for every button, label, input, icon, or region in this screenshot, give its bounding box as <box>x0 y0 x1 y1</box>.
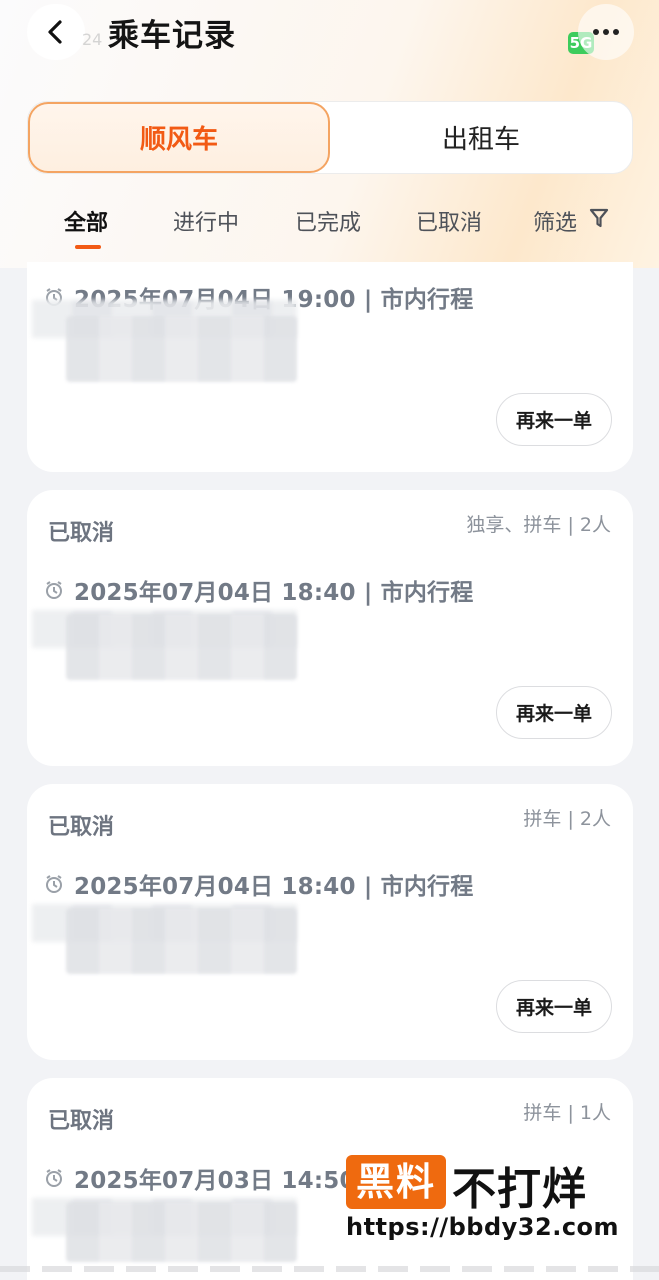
reorder-button[interactable]: 再来一单 <box>496 980 612 1033</box>
tab-taxi[interactable]: 出租车 <box>330 102 632 173</box>
order-time: 2025年07月04日 18:40 | 市内行程 <box>74 874 474 900</box>
alarm-clock-icon <box>46 875 62 893</box>
redacted-address <box>66 316 297 382</box>
reorder-button[interactable]: 再来一单 <box>496 686 612 739</box>
filter-cancelled[interactable]: 已取消 <box>416 205 482 237</box>
page-indicator <box>0 1266 659 1272</box>
more-icon <box>593 29 599 35</box>
watermark-text: 不打烊 <box>452 1164 587 1215</box>
chevron-left-icon <box>48 20 62 44</box>
order-time-row: 2025年07月04日 18:40 | 市内行程 <box>44 867 473 901</box>
order-status: 已取消 <box>48 815 115 840</box>
filter-screen[interactable]: 筛选 <box>533 205 577 237</box>
active-filter-indicator <box>75 245 101 249</box>
service-type-switch: 顺风车 出租车 <box>27 101 633 174</box>
redacted-address <box>66 1202 297 1262</box>
order-time-row: 2025年07月04日 18:40 | 市内行程 <box>44 573 473 607</box>
order-meta: 拼车 | 2人 <box>523 808 611 830</box>
redacted-address <box>66 614 297 680</box>
order-filter-bar: 全部 进行中 已完成 已取消 筛选 <box>0 205 659 255</box>
alarm-clock-icon <box>46 581 62 599</box>
status-bar-time: 24 <box>82 30 103 49</box>
order-card[interactable]: 2025年07月04日 19:00 | 市内行程 再来一单 <box>27 262 633 472</box>
watermark-url: https://bbdy32.com <box>346 1213 620 1241</box>
order-time: 2025年07月04日 18:40 | 市内行程 <box>74 580 474 606</box>
reorder-button[interactable]: 再来一单 <box>496 393 612 446</box>
order-card[interactable]: 已取消 独享、拼车 | 2人 2025年07月04日 18:40 | 市内行程 … <box>27 490 633 766</box>
watermark: 黑料 不打烊 https://bbdy32.com <box>346 1153 636 1253</box>
more-icon-dot <box>613 29 619 35</box>
back-button[interactable] <box>27 4 85 60</box>
funnel-icon[interactable] <box>589 207 609 229</box>
order-meta: 拼车 | 1人 <box>523 1102 611 1124</box>
watermark-logo-box: 黑料 <box>346 1155 446 1209</box>
order-status: 已取消 <box>48 1109 115 1134</box>
order-status: 已取消 <box>48 521 115 546</box>
filter-completed[interactable]: 已完成 <box>295 205 361 237</box>
more-button[interactable] <box>578 4 634 60</box>
alarm-clock-icon <box>46 1169 62 1187</box>
order-meta: 独享、拼车 | 2人 <box>466 514 611 536</box>
tab-ride-share[interactable]: 顺风车 <box>28 102 330 173</box>
page-title: 乘车记录 <box>108 18 236 54</box>
order-card[interactable]: 已取消 拼车 | 2人 2025年07月04日 18:40 | 市内行程 再来一… <box>27 784 633 1060</box>
order-time: 2025年07月03日 14:50 | <box>74 1168 373 1194</box>
filter-all[interactable]: 全部 <box>64 205 108 237</box>
filter-in-progress[interactable]: 进行中 <box>173 205 239 237</box>
more-icon-dot <box>603 29 609 35</box>
order-time-row: 2025年07月03日 14:50 | <box>44 1161 372 1195</box>
redacted-address <box>66 908 297 974</box>
